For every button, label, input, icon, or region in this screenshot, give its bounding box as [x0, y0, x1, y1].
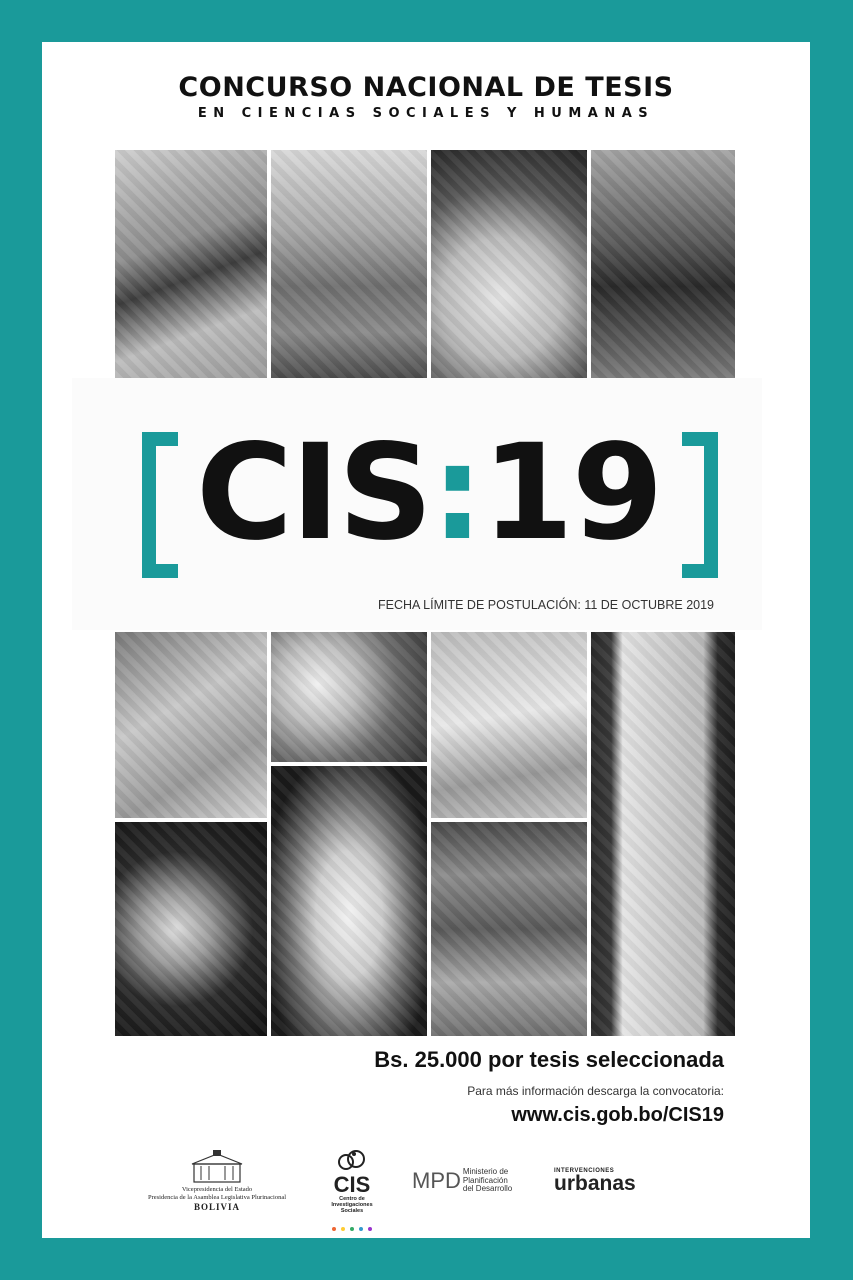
right-bracket-icon [682, 432, 718, 578]
sponsor-logos: Vicepresidencia del Estado Presidencia d… [42, 1150, 810, 1231]
photo-flowers [271, 632, 427, 762]
cloud-icon [338, 1150, 365, 1170]
left-bracket-icon [142, 432, 178, 578]
photo-fabric [431, 632, 587, 818]
mpd-logo: MPD Ministerio de Planificación del Desar… [412, 1167, 532, 1194]
photo-painting-face [115, 150, 267, 378]
vp-line3: BOLIVIA [193, 1202, 240, 1212]
poster-title: CONCURSO NACIONAL DE TESIS [178, 72, 674, 103]
poster: CONCURSO NACIONAL DE TESIS EN CIENCIAS S… [42, 42, 810, 1238]
cis-logo: CIS Centro de Investigaciones Sociales [322, 1150, 382, 1235]
prize-amount: Bs. 25.000 por tesis seleccionada [374, 1047, 724, 1072]
logo-year: 19 [481, 416, 664, 570]
info-text: Para más información descarga la convoca… [467, 1084, 724, 1098]
vp-line2: Presidencia de la Asamblea Legislativa P… [147, 1194, 287, 1201]
cis19-logo: CIS:19 [196, 408, 664, 578]
title-band: CIS:19 FECHA LÍMITE DE POSTULACIÓN: 11 D… [72, 378, 762, 630]
photo-group-portrait [591, 150, 735, 378]
photo-open-door [591, 632, 735, 1036]
logo-cis: CIS [196, 416, 433, 570]
color-dots-icon [322, 1216, 382, 1235]
vicepresidencia-logo: Vicepresidencia del Estado Presidencia d… [142, 1150, 292, 1212]
building-icon [190, 1150, 244, 1184]
photo-skull [271, 766, 427, 1036]
photo-painting-village [271, 150, 427, 378]
intervenciones-urbanas-logo: INTERVENCIONES urbanas [554, 1168, 674, 1194]
mpd-name: Ministerio de Planificación del Desarrol… [462, 1167, 513, 1193]
urb-big: urbanas [554, 1172, 636, 1195]
deadline-text: FECHA LÍMITE DE POSTULACIÓN: 11 DE OCTUB… [378, 598, 714, 612]
logo-colon: : [431, 416, 484, 570]
cis-word: CIS [333, 1172, 371, 1197]
photo-knit-hat [431, 150, 587, 378]
photo-mechanism-spring [115, 822, 267, 1036]
photo-painting-detail [115, 632, 267, 818]
photo-market-pile [431, 822, 587, 1036]
cis-sub: Centro de Investigaciones Sociales [331, 1196, 373, 1214]
poster-subtitle: EN CIENCIAS SOCIALES Y HUMANAS [197, 106, 655, 121]
mpd-abbr: MPD [412, 1168, 461, 1193]
website-link[interactable]: www.cis.gob.bo/CIS19 [511, 1104, 724, 1127]
vp-line1: Vicepresidencia del Estado [181, 1186, 253, 1193]
